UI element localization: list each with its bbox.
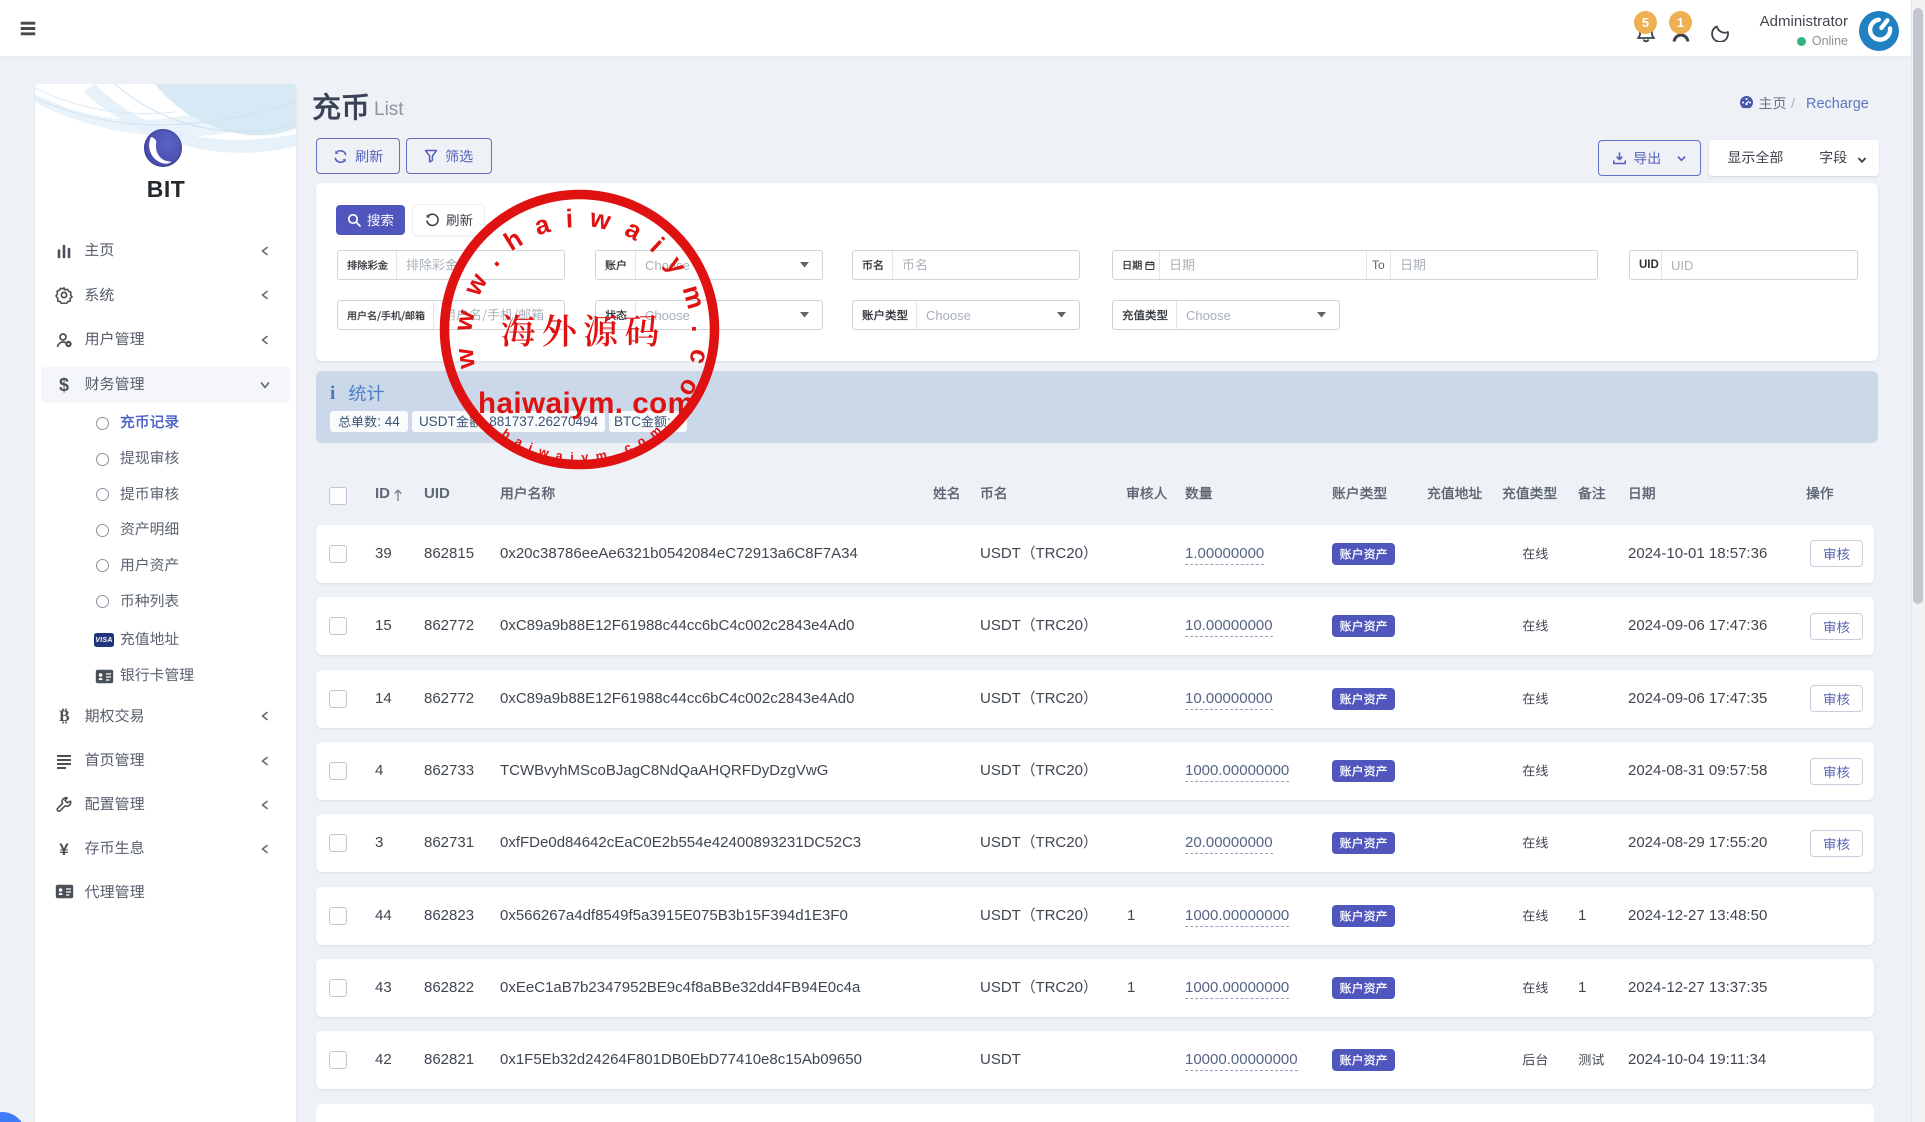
svg-text:www.haiwaiym.com: www.haiwaiym.com [439, 189, 716, 415]
svg-text:haiwaiym. com: haiwaiym. com [478, 387, 694, 420]
svg-text:B: B [59, 708, 70, 725]
